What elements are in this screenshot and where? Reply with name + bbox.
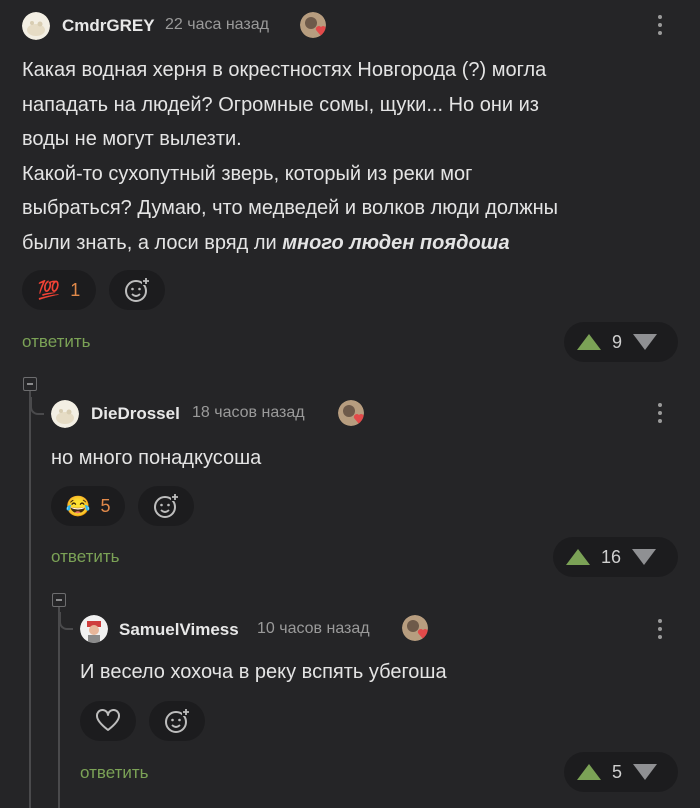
kebab-menu-icon[interactable]: [658, 403, 662, 427]
rating: 5: [612, 761, 623, 782]
downvote-icon[interactable]: [631, 548, 657, 566]
add-reaction-button[interactable]: [138, 486, 194, 526]
avatar[interactable]: [22, 12, 50, 40]
comment-body: И весело хохоча в реку вспять убегоша: [80, 661, 447, 683]
viewer-avatar: [338, 400, 364, 426]
reply-link[interactable]: ответить: [80, 763, 149, 783]
add-reaction-icon: [154, 493, 179, 518]
comment-line: Какой-то сухопутный зверь, который из ре…: [22, 162, 473, 185]
comment-line: выбраться? Думаю, что медведей и волков …: [22, 197, 559, 219]
timestamp: 22 часа назад: [165, 16, 269, 33]
add-reaction-button[interactable]: [149, 701, 205, 741]
avatar[interactable]: [80, 615, 108, 643]
add-reaction-icon: [125, 277, 150, 302]
reply-link[interactable]: ответить: [22, 332, 91, 352]
hundred-points-icon: 💯: [37, 279, 61, 300]
thread-line-level2: [58, 601, 60, 808]
upvote-icon[interactable]: [576, 333, 602, 351]
comment-line: воды не могут вылезти.: [22, 128, 242, 150]
thread-branch-2: [59, 612, 73, 630]
upvote-icon[interactable]: [565, 548, 591, 566]
comment-line: Какая водная херня в окрестностях Новгор…: [22, 59, 547, 81]
kebab-menu-icon[interactable]: [658, 15, 662, 39]
laughing-emoji-icon: 😂: [65, 495, 91, 518]
reaction-count: 1: [70, 279, 81, 300]
reaction-button[interactable]: 💯 1: [22, 270, 96, 310]
like-button[interactable]: [80, 701, 136, 741]
comment-line: нападать на людей? Огромные сомы, щуки..…: [22, 93, 539, 116]
thread-line-level1: [29, 386, 31, 808]
collapse-icon[interactable]: [52, 593, 66, 607]
username[interactable]: CmdrGREY: [62, 16, 155, 36]
reaction-count: 5: [100, 495, 111, 516]
comment-body: Какая водная херня в окрестностях Новгор…: [22, 53, 672, 260]
timestamp: 18 часов назад: [192, 404, 305, 421]
comment-text-plain: были знать, а лоси вряд ли: [22, 231, 283, 254]
reply-link[interactable]: ответить: [51, 547, 120, 567]
comment-line: были знать, а лоси вряд ли много люден п…: [22, 226, 672, 261]
kebab-menu-icon[interactable]: [658, 619, 662, 643]
vote-widget: 16: [553, 537, 678, 577]
upvote-icon[interactable]: [576, 763, 602, 781]
avatar[interactable]: [51, 400, 79, 428]
vote-widget: 5: [564, 752, 678, 792]
downvote-icon[interactable]: [632, 333, 658, 351]
username[interactable]: SamuelVimess: [119, 620, 239, 640]
heart-icon: [96, 709, 120, 731]
downvote-icon[interactable]: [632, 763, 658, 781]
vote-widget: 9: [564, 322, 678, 362]
rating: 16: [601, 546, 622, 567]
timestamp: 10 часов назад: [257, 620, 370, 637]
thread-branch-1: [30, 397, 44, 415]
username[interactable]: DieDrossel: [91, 404, 180, 424]
reaction-button[interactable]: 😂 5: [51, 486, 125, 526]
comment-text-emphasis: много люден поядоша: [282, 231, 510, 254]
collapse-icon[interactable]: [23, 377, 37, 391]
comment-body: но много понадкусоша: [51, 447, 262, 469]
viewer-avatar: [402, 615, 428, 641]
viewer-avatar: [300, 12, 326, 38]
add-reaction-icon: [165, 708, 190, 733]
rating: 9: [612, 331, 623, 352]
add-reaction-button[interactable]: [109, 270, 165, 310]
